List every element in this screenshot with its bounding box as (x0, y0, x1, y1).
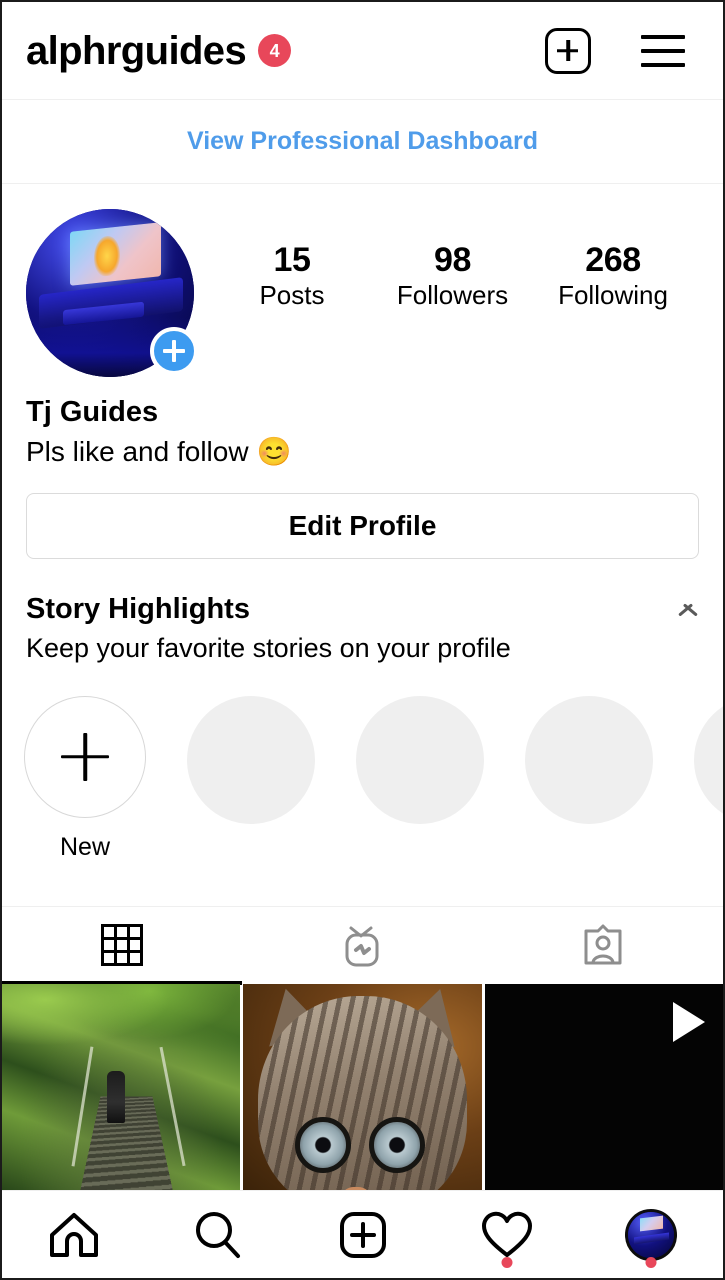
new-post-button[interactable] (545, 27, 591, 74)
highlight-new-label: New (59, 832, 110, 861)
home-icon (50, 1212, 99, 1257)
profile-bio-block: Tj Guides Pls like and follow 😊 (2, 377, 723, 471)
grid-icon (101, 924, 144, 967)
bottom-navigation-bar (2, 1190, 723, 1278)
tab-grid[interactable] (2, 907, 243, 985)
tab-igtv[interactable] (242, 907, 482, 984)
post-image-cat-eye (295, 1117, 352, 1174)
avatar-container[interactable] (26, 209, 198, 377)
profile-stats: 15 Posts 98 Followers 268 Following (194, 209, 699, 312)
avatar-screen-glow-detail (93, 234, 120, 278)
post-thumbnail[interactable] (243, 983, 482, 1192)
profile-avatar-icon (624, 1208, 677, 1261)
story-highlights-list[interactable]: New (2, 668, 723, 862)
nav-create[interactable] (290, 1191, 434, 1278)
post-image-foliage (2, 983, 241, 1072)
nav-profile[interactable] (579, 1191, 723, 1278)
menu-button[interactable] (641, 34, 685, 67)
stat-followers-label: Followers (396, 280, 509, 311)
activity-notification-dot (501, 1257, 513, 1268)
tab-tagged[interactable] (483, 907, 723, 984)
add-story-button[interactable] (150, 327, 198, 375)
profile-bio: Pls like and follow 😊 (26, 432, 699, 471)
tagged-person-icon (582, 923, 624, 967)
edit-profile-row: Edit Profile (2, 471, 723, 560)
instagram-profile-screen: alphrguides 4 View Professional Dashboar… (0, 0, 725, 1280)
post-thumbnail[interactable] (2, 983, 241, 1192)
stat-following[interactable]: 268 Following (558, 241, 668, 312)
story-highlights-title: Story Highlights (26, 593, 250, 626)
nav-activity[interactable] (435, 1191, 579, 1278)
profile-display-name: Tj Guides (26, 396, 159, 428)
profile-username[interactable]: alphrguides (26, 31, 247, 71)
notification-badge: 4 (258, 34, 292, 67)
heart-icon (481, 1211, 532, 1257)
plus-icon (24, 695, 146, 818)
post-image-cat-eye (369, 1117, 426, 1174)
post-thumbnail-video[interactable] (484, 983, 723, 1192)
stat-posts-value: 15 (273, 241, 311, 279)
post-image-cat-head (257, 996, 468, 1192)
profile-summary: 15 Posts 98 Followers 268 Following (2, 184, 723, 377)
igtv-icon (341, 922, 383, 968)
search-icon (196, 1211, 241, 1258)
post-grid (2, 983, 723, 1192)
post-image-person (106, 1071, 125, 1124)
hamburger-menu-icon (641, 34, 685, 67)
highlight-placeholder[interactable] (187, 695, 315, 824)
stat-posts-label: Posts (259, 280, 325, 311)
profile-bio-text: Pls like and follow (26, 436, 249, 468)
edit-profile-button[interactable]: Edit Profile (26, 493, 699, 560)
highlight-placeholder[interactable] (694, 695, 723, 824)
app-header: alphrguides 4 (2, 2, 723, 100)
username-area[interactable]: alphrguides 4 (26, 31, 545, 71)
highlight-placeholder[interactable] (356, 695, 484, 824)
stat-followers[interactable]: 98 Followers (397, 241, 508, 312)
highlight-placeholder[interactable] (525, 695, 653, 824)
story-highlights-subtitle: Keep your favorite stories on your profi… (26, 632, 511, 663)
profile-tabs (2, 905, 723, 985)
nav-search[interactable] (146, 1191, 290, 1278)
stat-following-value: 268 (585, 241, 641, 279)
profile-notification-dot (645, 1257, 657, 1268)
nav-home[interactable] (2, 1191, 146, 1278)
post-image-bridge (79, 1096, 173, 1192)
stat-followers-value: 98 (433, 241, 471, 279)
header-actions (545, 27, 701, 74)
chevron-up-icon[interactable] (675, 597, 701, 611)
story-highlights-header: Story Highlights Keep your favorite stor… (2, 559, 723, 667)
plus-square-icon (545, 27, 591, 74)
professional-dashboard-link[interactable]: View Professional Dashboard (2, 100, 723, 184)
plus-square-icon (339, 1211, 386, 1258)
highlight-new-button[interactable]: New (24, 695, 146, 862)
professional-dashboard-label: View Professional Dashboard (186, 127, 539, 155)
stat-posts[interactable]: 15 Posts (237, 241, 347, 312)
stat-following-label: Following (558, 280, 668, 311)
play-icon (672, 1001, 705, 1042)
smiling-face-emoji: 😊 (256, 436, 292, 468)
